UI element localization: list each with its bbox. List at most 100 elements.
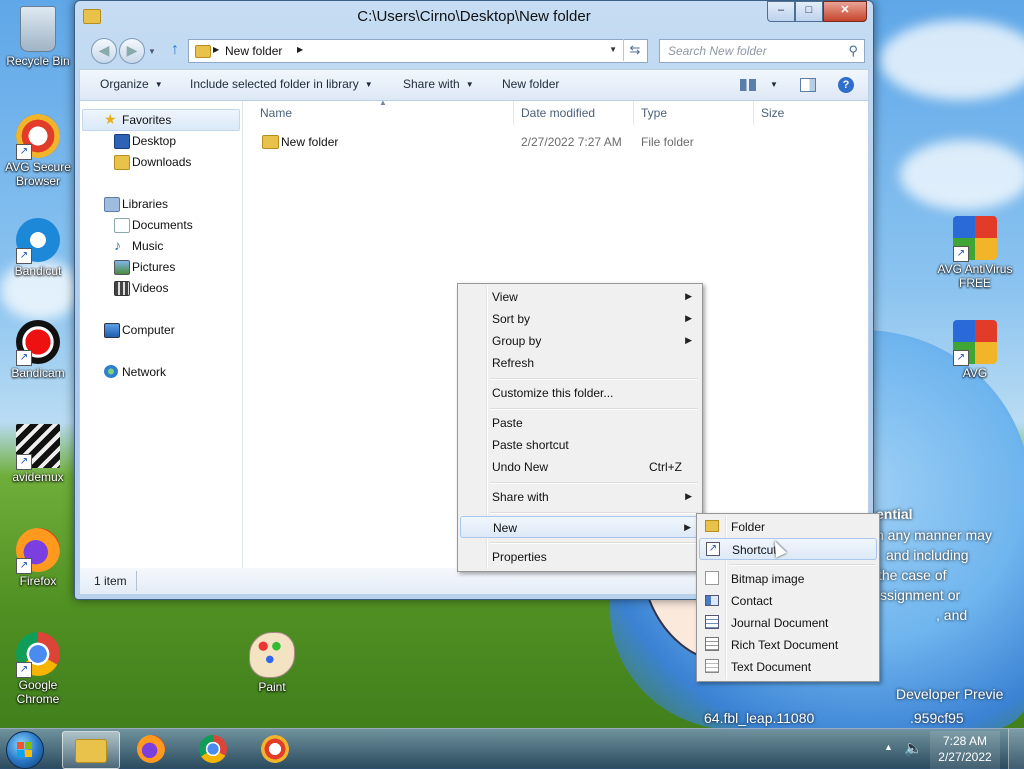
music-note-icon: ♪ [114, 237, 121, 253]
breadcrumb-new-folder[interactable]: New folder [225, 44, 282, 58]
share-with-button[interactable]: Share with ▼ [403, 77, 474, 91]
menu-item-view[interactable]: View ▶ [460, 286, 700, 308]
desktop-icon-recycle-bin[interactable]: Recycle Bin [0, 6, 76, 68]
window-controls: ‒ □ ✕ [767, 1, 867, 22]
recent-pages-chevron-icon[interactable]: ▼ [148, 47, 156, 56]
title-bar[interactable]: C:\Users\Cirno\Desktop\New folder ‒ □ ✕ [75, 1, 873, 33]
clock-date: 2/27/2022 [938, 750, 992, 764]
menu-item-undo-new[interactable]: Undo New Ctrl+Z [460, 456, 700, 478]
new-folder-button[interactable]: New folder [502, 77, 559, 91]
address-dropdown-icon[interactable]: ▼ [609, 45, 617, 54]
desktop-icon-bandicam[interactable]: ↗ Bandicam [0, 320, 76, 380]
menu-separator [490, 542, 698, 544]
breadcrumb-chevron-icon[interactable]: ▶ [213, 45, 219, 54]
menu-item-new-text[interactable]: Text Document [699, 656, 877, 678]
navigation-pane[interactable]: ★ Favorites Desktop Downloads Libraries D… [80, 101, 243, 568]
minimize-button[interactable]: ‒ [767, 1, 795, 22]
computer-icon [104, 323, 120, 338]
menu-item-new-contact[interactable]: Contact [699, 590, 877, 612]
column-header-type[interactable]: Type [641, 106, 667, 120]
close-button[interactable]: ✕ [823, 1, 867, 22]
taskbar-explorer-button[interactable] [62, 731, 120, 769]
maximize-button[interactable]: □ [795, 1, 823, 22]
menu-separator [490, 378, 698, 380]
include-in-library-button[interactable]: Include selected folder in library ▼ [190, 77, 373, 91]
up-arrow-icon[interactable]: ↑ [171, 41, 179, 59]
desktop-icon-firefox[interactable]: ↗ Firefox [0, 528, 76, 588]
address-bar[interactable]: ▶ New folder ▶ ▼ [188, 39, 648, 63]
nav-network[interactable]: Network [104, 365, 166, 379]
avg-secure-browser-icon [261, 735, 289, 763]
nav-desktop[interactable]: Desktop [114, 134, 176, 149]
column-divider[interactable] [513, 101, 514, 125]
breadcrumb-chevron-icon[interactable]: ▶ [297, 45, 303, 54]
column-divider[interactable] [753, 101, 754, 125]
show-desktop-button[interactable] [1008, 729, 1024, 769]
show-hidden-icons-button[interactable]: ▲ [884, 742, 893, 752]
back-button[interactable]: ◀ [91, 38, 117, 64]
desktop-icon-avg[interactable]: ↗ AVG [937, 320, 1013, 380]
organize-button[interactable]: Organize ▼ [100, 77, 163, 91]
desktop-icon-avg-secure-browser[interactable]: ↗ AVG Secure Browser [0, 114, 76, 188]
shortcut-arrow-icon: ↗ [16, 558, 32, 574]
search-input[interactable]: Search New folder ⚲ [659, 39, 865, 63]
menu-item-new[interactable]: New ▶ [460, 516, 700, 538]
wallpaper-text: ential [876, 506, 913, 522]
view-dropdown-icon[interactable]: ▼ [770, 80, 778, 89]
volume-icon[interactable]: 🔈 [904, 739, 923, 757]
status-divider [136, 571, 137, 591]
clock-time: 7:28 AM [942, 734, 988, 748]
nav-pictures[interactable]: Pictures [114, 260, 175, 275]
nav-documents[interactable]: Documents [114, 218, 193, 233]
menu-item-paste-shortcut[interactable]: Paste shortcut [460, 434, 700, 456]
desktop-icon-avg-antivirus-free[interactable]: ↗ AVG AntiVirus FREE [937, 216, 1013, 290]
menu-item-new-folder[interactable]: Folder [699, 516, 877, 538]
desktop-icon-label: Paint [258, 680, 286, 694]
taskbar-chrome-button[interactable] [186, 731, 242, 767]
taskbar-firefox-button[interactable] [124, 731, 180, 767]
submenu-arrow-icon: ▶ [684, 522, 691, 532]
column-header-size[interactable]: Size [761, 106, 784, 120]
nav-computer[interactable]: Computer [104, 323, 175, 338]
column-header-date-modified[interactable]: Date modified [521, 106, 595, 120]
change-view-icon[interactable] [740, 79, 756, 91]
menu-item-new-bitmap[interactable]: Bitmap image [699, 568, 877, 590]
nav-downloads[interactable]: Downloads [114, 155, 191, 170]
clock[interactable]: 7:28 AM 2/27/2022 [930, 731, 1000, 769]
nav-favorites[interactable]: ★ Favorites [104, 111, 171, 127]
chrome-icon: ↗ [16, 632, 60, 678]
desktop-icon-paint[interactable]: Paint [234, 632, 310, 694]
menu-item-new-shortcut[interactable]: ↗ Shortcut [699, 538, 877, 560]
desktop-icon-avidemux[interactable]: ↗ avidemux [0, 424, 76, 484]
shortcut-arrow-icon: ↗ [16, 144, 32, 160]
menu-item-properties[interactable]: Properties [460, 546, 700, 568]
start-button[interactable] [6, 731, 44, 769]
menu-item-new-rich-text[interactable]: Rich Text Document [699, 634, 877, 656]
taskbar-avg-browser-button[interactable] [248, 731, 304, 767]
refresh-icon[interactable]: ⇆ [623, 39, 646, 61]
nav-videos[interactable]: Videos [114, 281, 168, 296]
help-icon[interactable]: ? [838, 77, 854, 93]
documents-icon [114, 218, 130, 233]
avg-icon: ↗ [953, 320, 997, 366]
menu-item-sort-by[interactable]: Sort by ▶ [460, 308, 700, 330]
column-divider[interactable] [633, 101, 634, 125]
menu-item-refresh[interactable]: Refresh [460, 352, 700, 374]
wallpaper-text: n any manner may [876, 527, 992, 543]
search-icon[interactable]: ⚲ [848, 43, 858, 59]
item-count: 1 item [94, 574, 127, 588]
nav-music[interactable]: ♪ Music [114, 237, 163, 253]
preview-pane-icon[interactable] [800, 78, 816, 92]
menu-item-new-journal[interactable]: Journal Document [699, 612, 877, 634]
nav-libraries[interactable]: Libraries [104, 197, 168, 212]
menu-item-customize-folder[interactable]: Customize this folder... [460, 382, 700, 404]
forward-button[interactable]: ▶ [119, 38, 145, 64]
menu-item-group-by[interactable]: Group by ▶ [460, 330, 700, 352]
menu-item-share-with[interactable]: Share with ▶ [460, 486, 700, 508]
chrome-icon [199, 735, 227, 763]
menu-item-paste[interactable]: Paste [460, 412, 700, 434]
desktop-icon-bandicut[interactable]: ↗ Bandicut [0, 218, 76, 278]
column-header-name[interactable]: Name [260, 106, 292, 120]
menu-separator [729, 564, 875, 566]
desktop-icon-google-chrome[interactable]: ↗ Google Chrome [0, 632, 76, 706]
